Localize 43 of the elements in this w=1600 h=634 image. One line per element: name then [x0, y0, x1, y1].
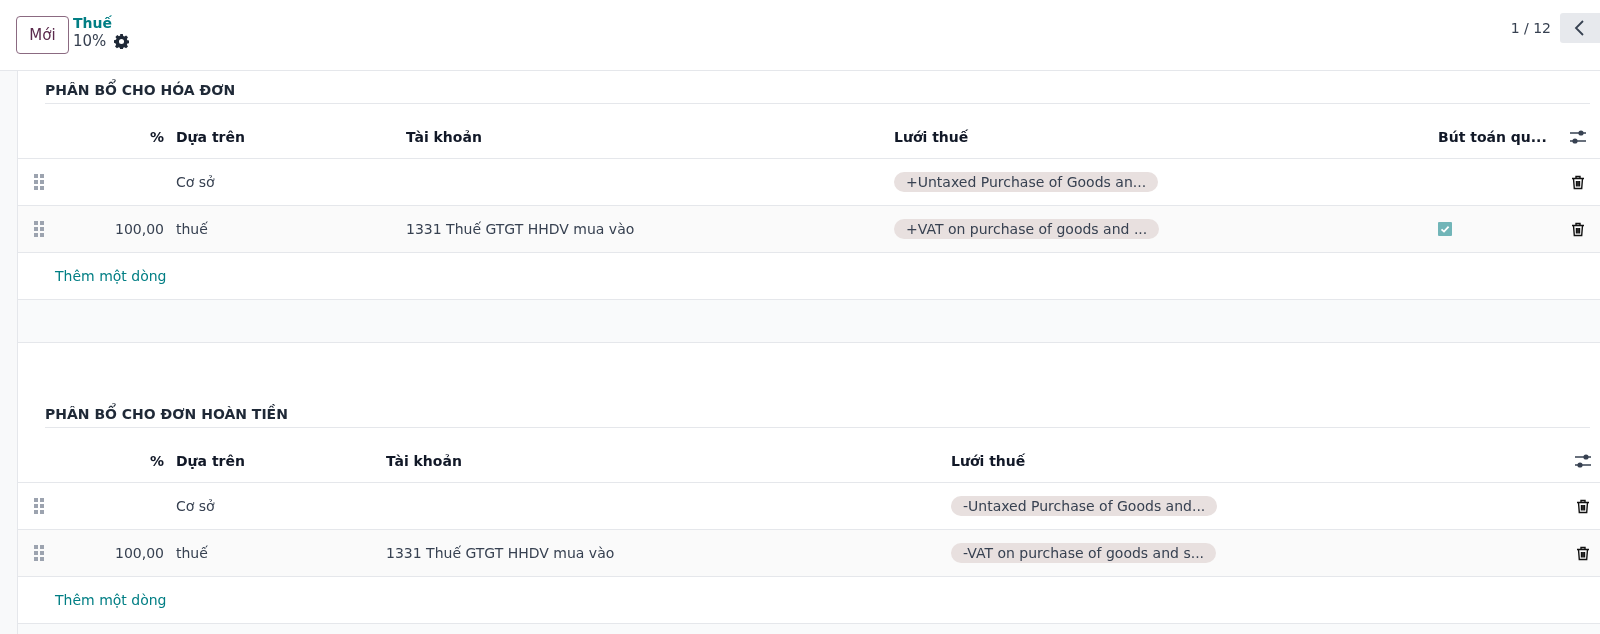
column-header[interactable]: Tài khoản [400, 128, 888, 145]
section-title: PHÂN BỔ CHO ĐƠN HOÀN TIỀN [45, 403, 1590, 428]
settings-icon[interactable] [114, 33, 130, 49]
add-line-link[interactable]: Thêm một dòng [55, 592, 167, 608]
drag-handle-icon[interactable] [34, 221, 44, 237]
tax-grid-tag: -VAT on purchase of goods and s... [951, 543, 1217, 563]
column-header[interactable]: Tài khoản [380, 452, 945, 469]
previous-button[interactable] [1560, 13, 1600, 43]
column-header[interactable]: % [60, 128, 170, 145]
drag-handle-icon[interactable] [34, 545, 44, 561]
table-cell: thuế [176, 545, 208, 561]
column-header[interactable]: Dựa trên [170, 128, 400, 145]
section-title: PHÂN BỔ CHO HÓA ĐƠN [45, 79, 1590, 104]
column-header[interactable]: Bút toán qu... [1432, 128, 1555, 145]
column-header[interactable]: % [60, 452, 170, 469]
record-name: 10% [73, 32, 107, 50]
table-cell: Cơ sở [176, 174, 215, 190]
checkbox[interactable] [1438, 222, 1452, 236]
column-header[interactable]: Dựa trên [170, 452, 380, 469]
column-settings-icon[interactable] [1569, 128, 1586, 145]
column-settings-icon[interactable] [1574, 452, 1591, 469]
drag-handle-icon[interactable] [34, 174, 44, 190]
table-cell: Cơ sở [176, 498, 215, 514]
pager-counter: 1 / 12 [1510, 20, 1551, 36]
column-header[interactable]: Lưới thuế [888, 128, 1432, 145]
trash-icon[interactable] [1570, 221, 1585, 237]
tax-grid-tag: +Untaxed Purchase of Goods an... [894, 172, 1159, 192]
add-line-link[interactable]: Thêm một dòng [55, 268, 167, 284]
table-cell: thuế [176, 221, 208, 237]
table-cell: 1331 Thuế GTGT HHDV mua vào [386, 545, 615, 561]
drag-handle-icon[interactable] [34, 498, 44, 514]
new-button[interactable]: Mới [16, 16, 69, 54]
tax-grid-tag: -Untaxed Purchase of Goods and... [951, 496, 1218, 516]
tax-grid-tag: +VAT on purchase of goods and ... [894, 219, 1160, 239]
chevron-left-icon [1573, 19, 1587, 37]
breadcrumb-link[interactable]: Thuế [73, 14, 130, 32]
table-cell: 1331 Thuế GTGT HHDV mua vào [406, 221, 635, 237]
trash-icon[interactable] [1570, 174, 1585, 190]
table-cell: 100,00 [115, 221, 164, 237]
table-cell: 100,00 [115, 545, 164, 561]
trash-icon[interactable] [1575, 545, 1590, 561]
column-header[interactable]: Lưới thuế [945, 452, 1565, 469]
trash-icon[interactable] [1575, 498, 1590, 514]
